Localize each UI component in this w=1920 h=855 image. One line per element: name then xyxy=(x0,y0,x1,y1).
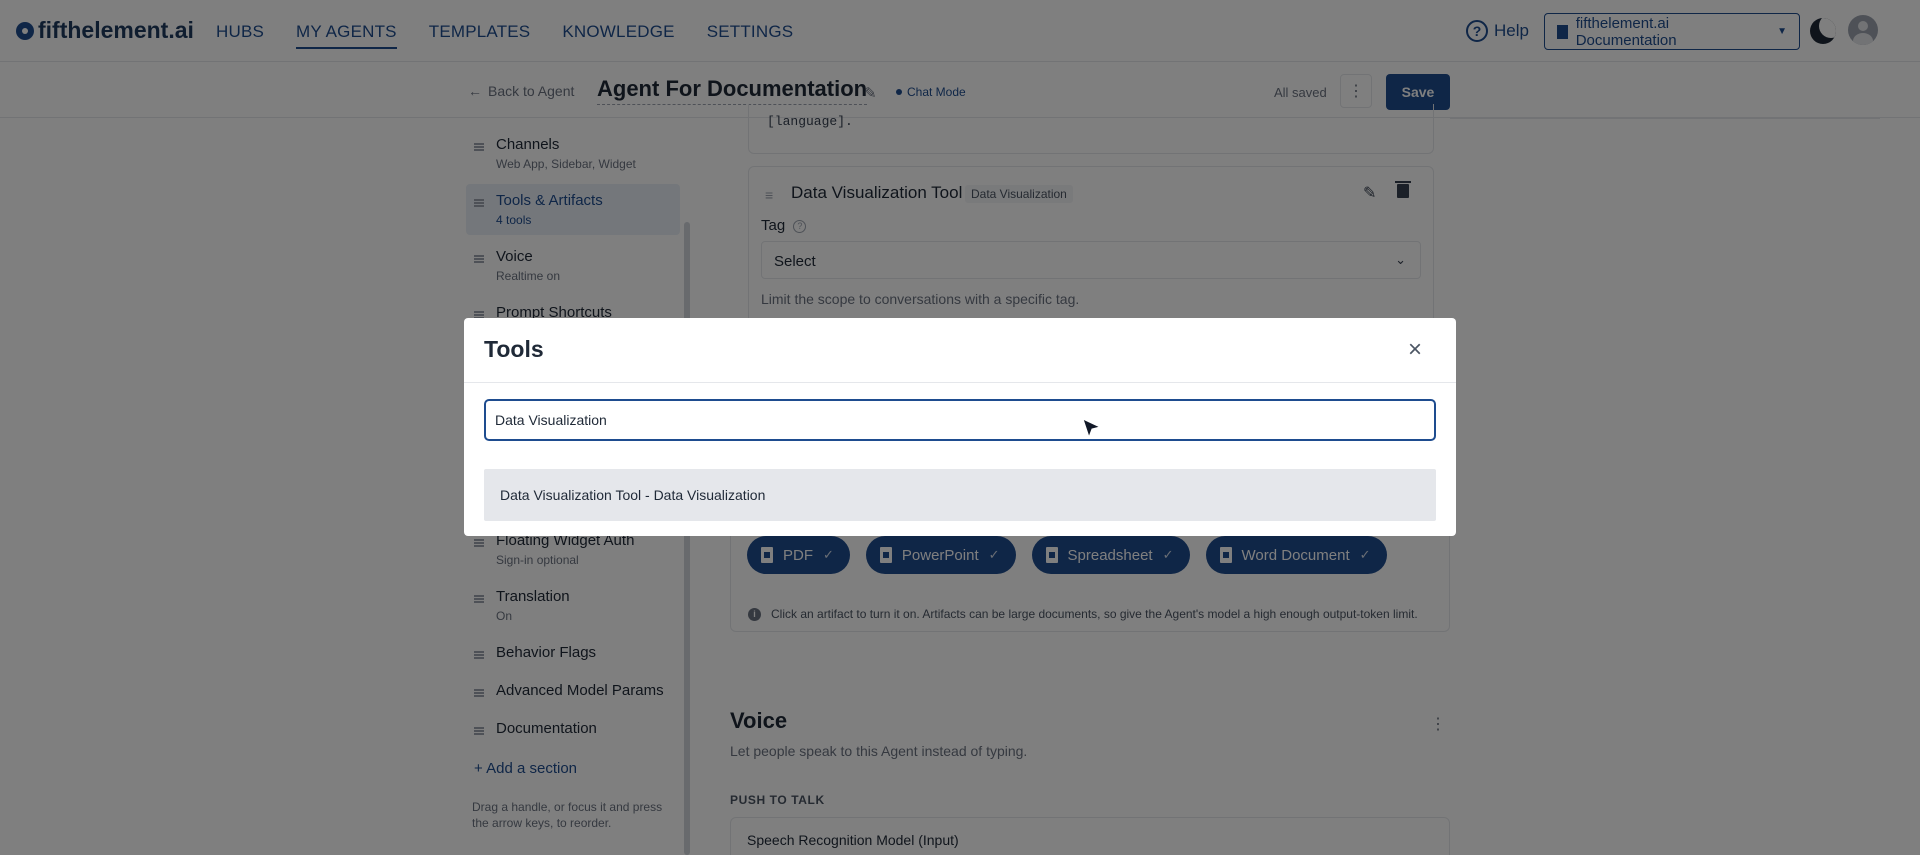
modal-divider xyxy=(464,382,1456,383)
mouse-cursor-icon xyxy=(1082,418,1102,438)
tool-search-result[interactable]: Data Visualization Tool - Data Visualiza… xyxy=(484,469,1436,521)
close-icon[interactable]: × xyxy=(1408,338,1422,362)
tools-modal: Tools × Data Visualization Tool - Data V… xyxy=(464,318,1456,536)
tool-search-input[interactable] xyxy=(484,399,1436,441)
modal-title: Tools xyxy=(484,336,544,362)
